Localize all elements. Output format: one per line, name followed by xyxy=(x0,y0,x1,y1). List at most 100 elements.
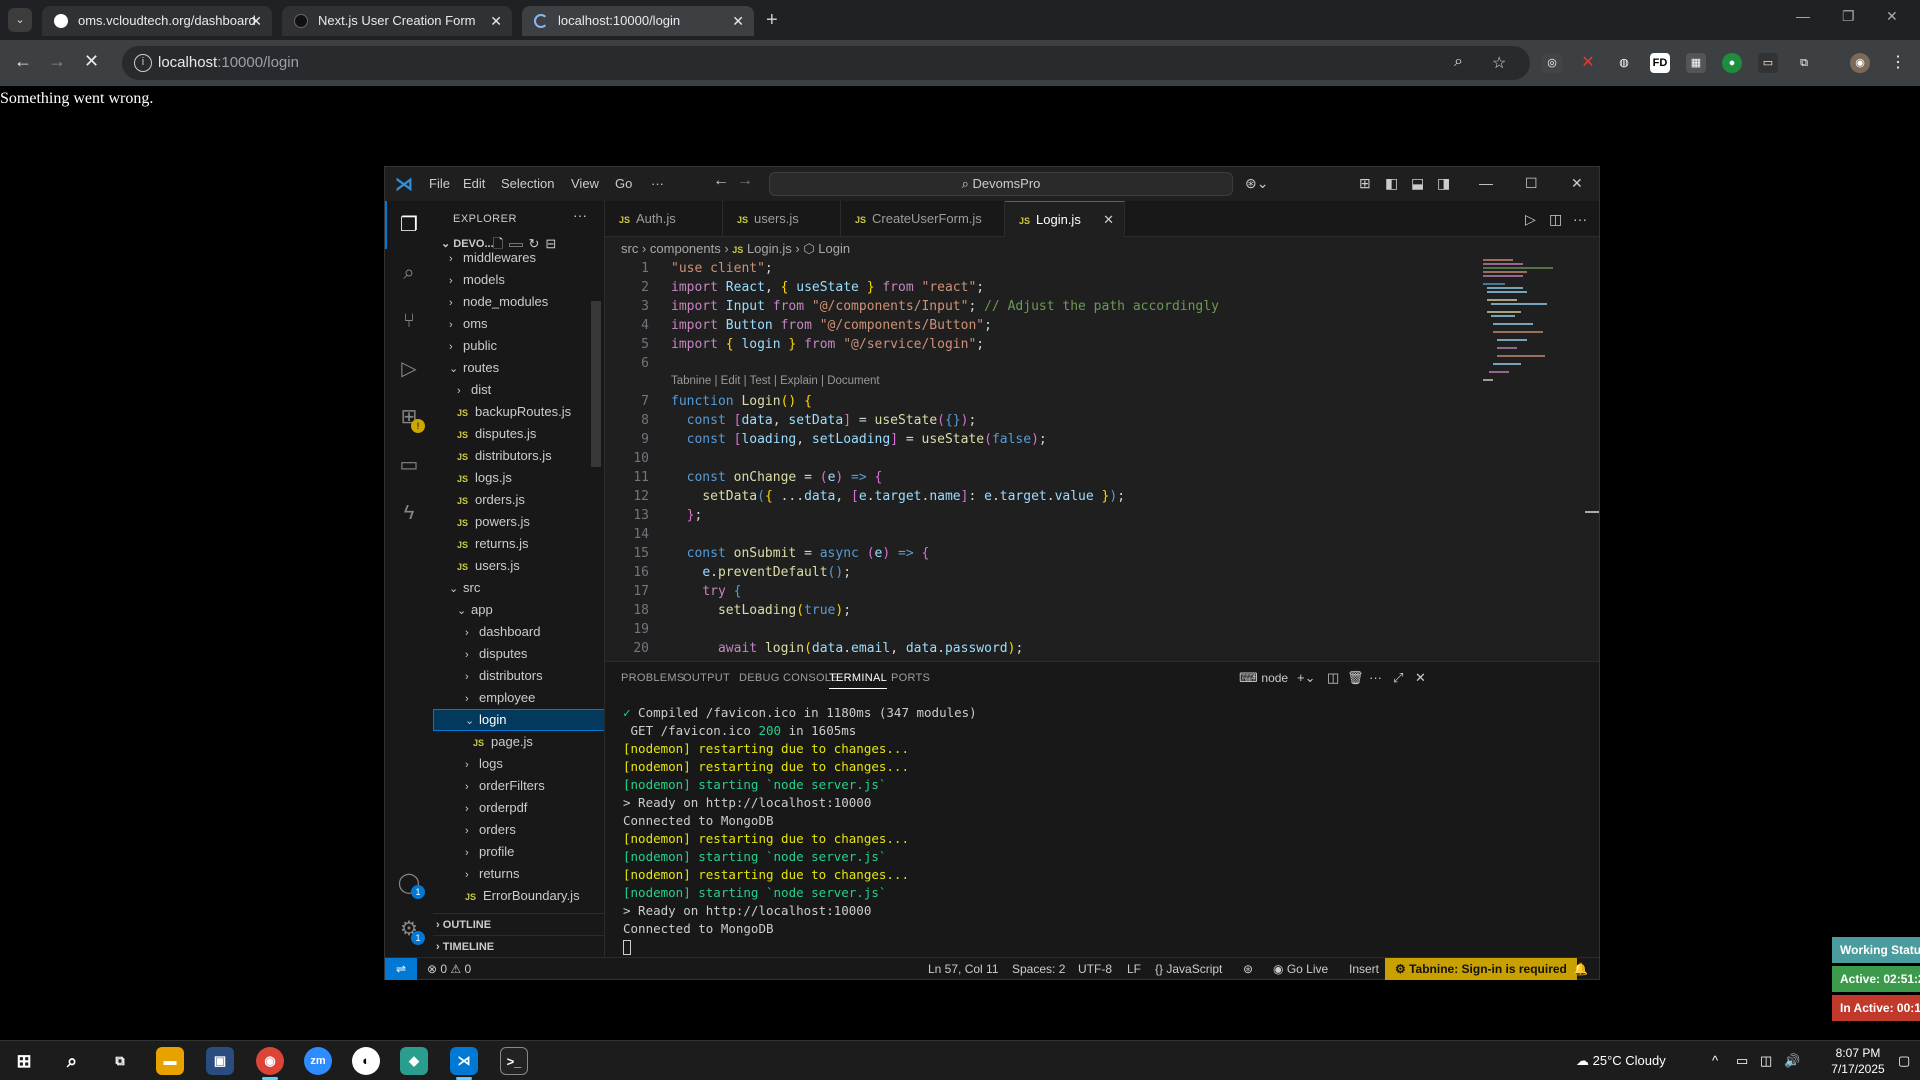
tree-folder[interactable]: › disputes xyxy=(433,643,604,665)
tree-folder[interactable]: › orderFilters xyxy=(433,775,604,797)
forward-icon[interactable]: → xyxy=(48,51,66,72)
tree-folder[interactable]: › employee xyxy=(433,687,604,709)
close-tab-icon[interactable]: ✕ xyxy=(732,6,744,36)
go-live-button[interactable]: ◉ Go Live xyxy=(1273,962,1328,976)
tree-file[interactable]: JS backupRoutes.js xyxy=(433,401,604,423)
tabnine-codelens[interactable]: Tabnine | Edit | Test | Explain | Docume… xyxy=(671,375,880,387)
explorer-icon[interactable]: ❐ xyxy=(397,213,421,237)
volume-icon[interactable]: 🔊 xyxy=(1784,1053,1800,1069)
tree-folder[interactable]: ⌄ routes xyxy=(433,357,604,379)
tree-file[interactable]: JS disputes.js xyxy=(433,423,604,445)
editor-tab-auth[interactable]: JS Auth.js xyxy=(605,201,723,237)
close-panel-icon[interactable]: ✕ xyxy=(1415,670,1426,686)
encoding-status[interactable]: UTF-8 xyxy=(1078,962,1112,976)
tree-folder[interactable]: › profile xyxy=(433,841,604,863)
tree-folder[interactable]: ⌄ src xyxy=(433,577,604,599)
notifications-bell-icon[interactable]: 🔔 xyxy=(1573,962,1588,976)
cursor-position[interactable]: Ln 57, Col 11 xyxy=(928,962,999,976)
app-diamond-icon[interactable]: ◆ xyxy=(400,1047,428,1075)
panel-tab-debug-console[interactable]: DEBUG CONSOLE xyxy=(739,672,839,684)
extension-fd-icon[interactable]: FD xyxy=(1650,53,1670,73)
extension-x-icon[interactable]: ✕ xyxy=(1578,53,1598,73)
editor-tab-createuserform[interactable]: JS CreateUserForm.js xyxy=(841,201,1005,237)
extension-glasses-icon[interactable]: ◎ xyxy=(1542,53,1562,73)
chrome-icon[interactable]: ◉ xyxy=(256,1047,284,1075)
tree-folder[interactable]: › orders xyxy=(433,819,604,841)
indentation-status[interactable]: Spaces: 2 xyxy=(1012,962,1065,976)
panel-tab-output[interactable]: OUTPUT xyxy=(683,672,730,684)
extension-image-icon[interactable]: ▦ xyxy=(1686,53,1706,73)
tree-file[interactable]: JS returns.js xyxy=(433,533,604,555)
accounts-icon[interactable]: ◯ 1 xyxy=(397,871,425,899)
tree-file[interactable]: JS ErrorBoundary.js xyxy=(433,885,604,907)
close-window-icon[interactable]: ✕ xyxy=(1886,8,1898,25)
tree-folder[interactable]: ⌄ login xyxy=(433,709,604,731)
nav-back-icon[interactable]: ← xyxy=(713,172,729,190)
tab-search-button[interactable]: ⌄ xyxy=(8,8,32,32)
maximize-panel-icon[interactable]: ⤢ xyxy=(1393,670,1403,686)
tree-folder[interactable]: › returns xyxy=(433,863,604,885)
menu-more[interactable]: ··· xyxy=(651,176,664,191)
tree-file[interactable]: JS distributors.js xyxy=(433,445,604,467)
tree-folder[interactable]: ⌄ app xyxy=(433,599,604,621)
bookmark-star-icon[interactable]: ☆ xyxy=(1492,53,1506,73)
run-file-icon[interactable]: ▷ xyxy=(1525,211,1536,228)
tree-file[interactable]: JS logs.js xyxy=(433,467,604,489)
vscode-taskbar-icon[interactable]: ⋊ xyxy=(450,1047,478,1075)
tree-folder[interactable]: › oms xyxy=(433,313,604,335)
site-info-icon[interactable]: i xyxy=(134,54,152,72)
tree-folder[interactable]: › orderpdf xyxy=(433,797,604,819)
timeline-section[interactable]: › TIMELINE xyxy=(433,935,604,957)
sidebar-scrollbar[interactable] xyxy=(591,301,601,467)
zoom-app-icon[interactable]: zm xyxy=(304,1047,332,1075)
address-bar[interactable]: i localhost:10000/login ⌕ ☆ xyxy=(122,46,1530,80)
copilot-icon[interactable]: ⊛⌄ xyxy=(1245,175,1268,192)
code-editor[interactable]: 1 "use client"; 2 import React, { useState… xyxy=(605,259,1485,659)
extension-globe-icon[interactable]: ◍ xyxy=(1614,53,1634,73)
search-icon[interactable]: ⌕ xyxy=(397,261,421,285)
panel-tab-problems[interactable]: PROBLEMS xyxy=(621,672,685,684)
taskbar-clock[interactable]: 8:07 PM 7/17/2025 xyxy=(1824,1045,1892,1077)
new-tab-button[interactable]: + xyxy=(766,8,778,32)
language-mode[interactable]: {} JavaScript xyxy=(1155,962,1222,976)
tree-file[interactable]: JS powers.js xyxy=(433,511,604,533)
tree-file[interactable]: JS page.js xyxy=(433,731,604,753)
explorer-more-icon[interactable]: ··· xyxy=(573,207,587,223)
tree-folder[interactable]: › node_modules xyxy=(433,291,604,313)
tree-folder[interactable]: › dashboard xyxy=(433,621,604,643)
task-view-icon[interactable]: ⧉ xyxy=(106,1047,134,1075)
panel-tab-terminal[interactable]: TERMINAL xyxy=(829,672,888,689)
vscode-minimize-icon[interactable]: — xyxy=(1479,175,1493,191)
store-icon[interactable]: ▣ xyxy=(206,1047,234,1075)
editor-scroll-indicator[interactable] xyxy=(1585,511,1599,513)
new-terminal-icon[interactable]: +⌄ xyxy=(1297,670,1315,686)
extensions-icon[interactable]: ⊞! xyxy=(397,405,425,433)
menu-view[interactable]: View xyxy=(571,176,599,191)
tree-file[interactable]: JS orders.js xyxy=(433,489,604,511)
menu-go[interactable]: Go xyxy=(615,176,632,191)
browser-tab-localhost[interactable]: localhost:10000/login ✕ xyxy=(522,6,754,36)
close-tab-icon[interactable]: ✕ xyxy=(250,6,262,36)
panel-more-icon[interactable]: ··· xyxy=(1369,670,1382,685)
run-debug-icon[interactable]: ▷ xyxy=(397,357,421,381)
minimap[interactable] xyxy=(1483,259,1563,399)
kill-terminal-icon[interactable]: 🗑 xyxy=(1347,670,1364,686)
toggle-panel-icon[interactable]: ⬓ xyxy=(1411,175,1424,192)
back-icon[interactable]: ← xyxy=(14,51,32,72)
nav-forward-icon[interactable]: → xyxy=(737,172,753,190)
tree-folder[interactable]: › dist xyxy=(433,379,604,401)
tree-folder[interactable]: › public xyxy=(433,335,604,357)
terminal-output[interactable]: ✓ Compiled /favicon.ico in 1180ms (347 m… xyxy=(623,704,1583,956)
tree-folder[interactable]: › logs xyxy=(433,753,604,775)
outline-section[interactable]: › OUTLINE xyxy=(433,913,604,935)
toggle-secondary-sidebar-icon[interactable]: ◨ xyxy=(1437,175,1450,192)
tree-folder[interactable]: › models xyxy=(433,269,604,291)
vscode-maximize-icon[interactable]: ☐ xyxy=(1525,175,1538,192)
file-explorer-icon[interactable]: ▬ xyxy=(156,1047,184,1075)
weather-widget[interactable]: ☁ 25°C Cloudy xyxy=(1576,1053,1666,1069)
eol-status[interactable]: LF xyxy=(1127,962,1141,976)
zoom-icon[interactable]: ⌕ xyxy=(1454,53,1463,71)
browser-tab-nextjs[interactable]: Next.js User Creation Form ✕ xyxy=(282,6,512,36)
restore-icon[interactable]: ❐ xyxy=(1842,8,1855,25)
browser-tab-dashboard[interactable]: oms.vcloudtech.org/dashboard ✕ xyxy=(42,6,272,36)
